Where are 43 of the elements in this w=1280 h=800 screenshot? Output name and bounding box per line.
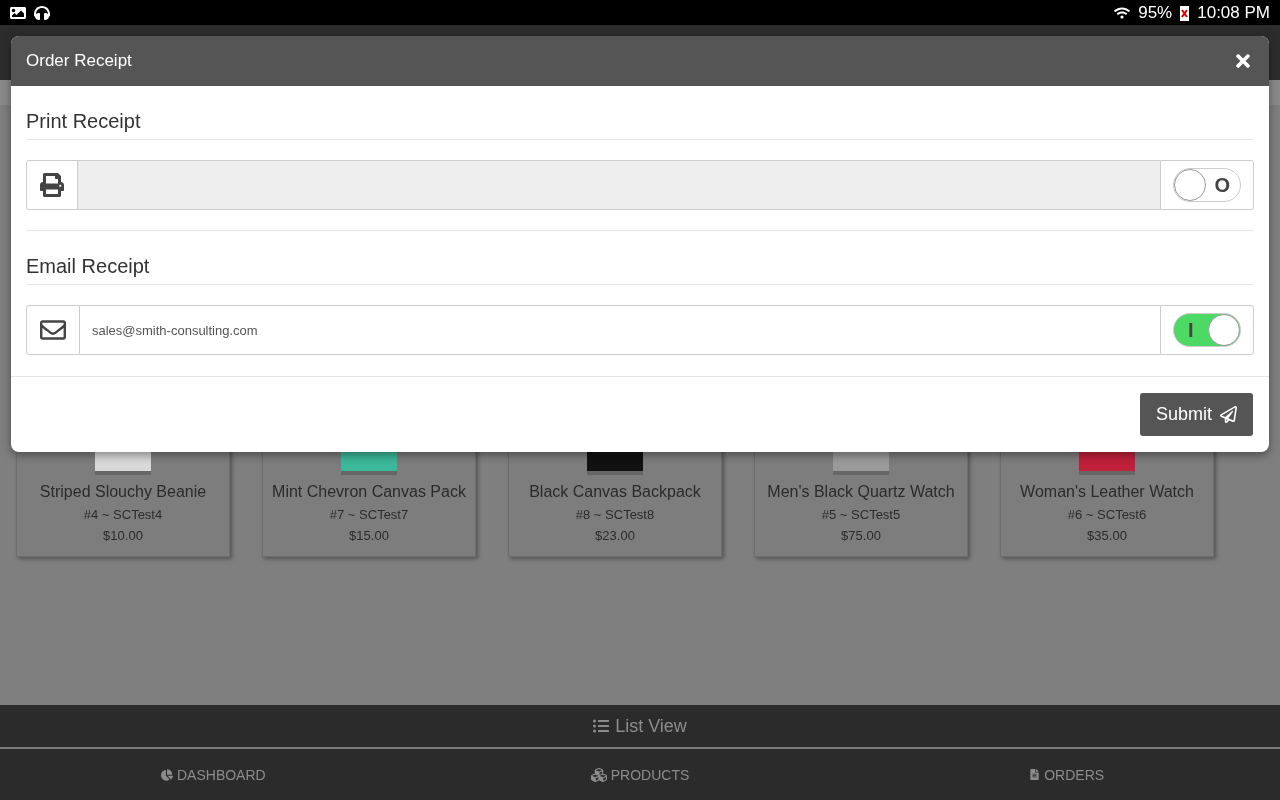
list-icon bbox=[593, 718, 610, 734]
clock: 10:08 PM bbox=[1197, 2, 1270, 23]
document-icon bbox=[1029, 769, 1041, 780]
product-name: Mint Chevron Canvas Pack bbox=[272, 483, 466, 501]
envelope-icon bbox=[40, 317, 66, 343]
input-field[interactable]: sales@smith-consulting.com bbox=[80, 305, 1160, 355]
headphones-icon bbox=[34, 4, 50, 21]
send-icon bbox=[1220, 406, 1237, 423]
product-price: $23.00 bbox=[595, 528, 635, 543]
product-price: $10.00 bbox=[103, 528, 143, 543]
battery-icon bbox=[1180, 4, 1190, 21]
close-button[interactable] bbox=[1233, 51, 1253, 71]
submit-button[interactable]: Submit bbox=[1139, 393, 1253, 436]
product-sku: #5 ~ SCTest5 bbox=[821, 507, 901, 522]
nav-label: PRODUCTS bbox=[610, 766, 690, 783]
pie-chart-icon bbox=[161, 768, 173, 781]
nav-label: ORDERS bbox=[1044, 766, 1105, 783]
product-name: Men's Black Quartz Watch bbox=[767, 483, 955, 501]
product-price: $75.00 bbox=[841, 528, 881, 543]
list-view-label: List View bbox=[615, 715, 687, 737]
product-name: Woman's Leather Watch bbox=[1020, 483, 1194, 501]
product-name: Black Canvas Backpack bbox=[529, 483, 701, 501]
nav-tab[interactable]: PRODUCTS bbox=[426, 749, 854, 800]
nav-tab[interactable]: ORDERS bbox=[853, 749, 1280, 800]
cubes-icon bbox=[590, 766, 607, 783]
toggle-switch[interactable]: I bbox=[1173, 313, 1241, 347]
dialog-title: Order Receipt bbox=[26, 51, 132, 71]
section-heading: Email Receipt bbox=[26, 231, 1254, 285]
section-heading: Print Receipt bbox=[26, 86, 1254, 140]
printer-icon bbox=[40, 173, 64, 197]
nav-label: DASHBOARD bbox=[177, 766, 266, 783]
product-sku: #6 ~ SCTest6 bbox=[1067, 507, 1147, 522]
product-sku: #8 ~ SCTest8 bbox=[575, 507, 655, 522]
battery-percent: 95% bbox=[1138, 2, 1173, 23]
list-view-button[interactable]: List View bbox=[593, 715, 687, 737]
product-price: $15.00 bbox=[349, 528, 389, 543]
product-name: Striped Slouchy Beanie bbox=[39, 483, 207, 501]
product-sku: #4 ~ SCTest4 bbox=[83, 507, 163, 522]
wifi-icon bbox=[1114, 4, 1131, 21]
product-sku: #7 ~ SCTest7 bbox=[329, 507, 409, 522]
image-icon bbox=[10, 4, 26, 21]
nav-tab[interactable]: DASHBOARD bbox=[0, 749, 427, 800]
product-price: $35.00 bbox=[1087, 528, 1127, 543]
